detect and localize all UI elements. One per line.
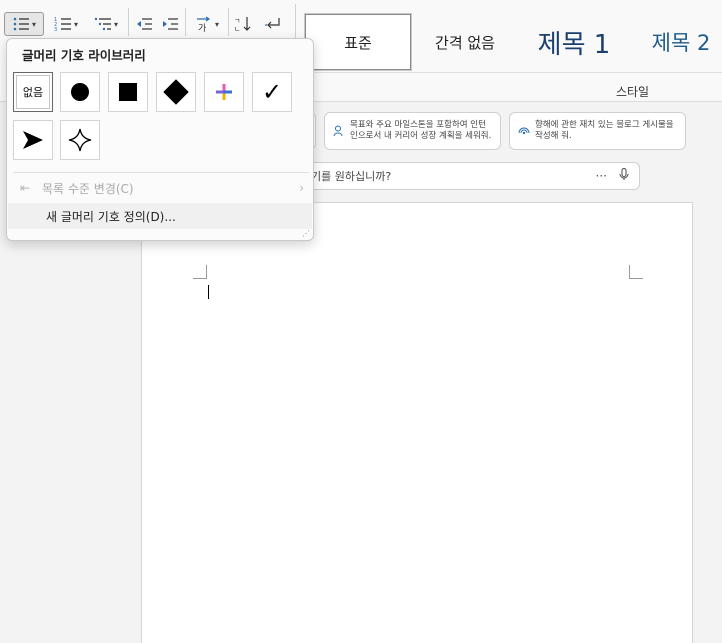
multilevel-list-button[interactable]: ▾ — [88, 12, 124, 36]
svg-text:ㄴ: ㄴ — [234, 25, 240, 32]
bullet-library-title: 글머리 기호 라이브러리 — [22, 48, 146, 63]
style-no-spacing-label: 간격 없음 — [435, 33, 495, 52]
numbering-button[interactable]: 123 ▾ — [48, 12, 84, 36]
style-standard[interactable]: 표준 — [305, 14, 411, 70]
change-list-level-menu-item[interactable]: ⇤ 목록 수준 변경(C) › — [8, 175, 312, 201]
define-new-bullet-menu-item[interactable]: 새 글머리 기호 정의(D)... — [8, 203, 312, 229]
chevron-down-icon: ▾ — [73, 19, 78, 29]
chevron-down-icon: ▾ — [31, 19, 36, 29]
four-point-star-icon — [68, 128, 92, 152]
menu-divider — [13, 172, 309, 173]
suggestion-card-career[interactable]: 목표와 주요 마일스톤을 포함하여 인턴인으로서 내 커리어 성장 계획을 세워… — [324, 112, 501, 150]
prompt-text: 기를 원하십니까? — [311, 170, 392, 183]
multilevel-list-icon — [94, 17, 111, 31]
define-new-bullet-label: 새 글머리 기호 정의(D)... — [46, 209, 176, 224]
toolbar-separator — [228, 8, 229, 36]
style-heading1-label: 제목 1 — [537, 29, 611, 60]
increase-indent-button[interactable] — [159, 12, 181, 36]
decrease-indent-icon — [137, 18, 152, 30]
style-heading2-label: 제목 2 — [651, 31, 711, 55]
numbered-list-icon: 123 — [54, 17, 71, 32]
bullet-diamond-option[interactable] — [156, 72, 196, 112]
bullet-color-cross-option[interactable] — [204, 72, 244, 112]
paragraph-mark-icon — [265, 18, 280, 29]
suggestion-text: 향해에 관한 재치 있는 블로그 게시물을 작성해 줘. — [535, 119, 674, 141]
chevron-down-icon: ▾ — [214, 19, 219, 29]
bullet-filled-circle-option[interactable] — [60, 72, 100, 112]
document-page[interactable] — [141, 202, 693, 643]
text-direction-button[interactable]: 가 ▾ — [189, 12, 225, 36]
style-heading1[interactable]: 제목 1 — [522, 14, 626, 70]
style-no-spacing[interactable]: 간격 없음 — [418, 14, 512, 70]
styles-group-label: 스타일 — [615, 85, 650, 99]
filled-diamond-icon — [163, 79, 189, 105]
bullet-checkmark-option[interactable]: ✓ — [252, 72, 292, 112]
microphone-icon[interactable] — [619, 168, 629, 184]
text-direction-icon: 가 — [196, 16, 211, 32]
increase-indent-icon — [163, 18, 178, 30]
more-options-button[interactable]: ··· — [596, 169, 607, 183]
sort-button[interactable]: ㄱ ㄴ — [232, 12, 254, 36]
bullet-none-option[interactable]: 없음 — [13, 72, 53, 112]
toolbar-separator — [185, 8, 186, 36]
chevron-down-icon: ▾ — [113, 19, 118, 29]
svg-text:ㄱ: ㄱ — [234, 17, 240, 25]
toolbar-separator — [128, 8, 129, 36]
change-list-level-label: 목록 수준 변경(C) — [42, 181, 134, 196]
bullet-list-icon — [13, 17, 29, 31]
suggestion-card-blog[interactable]: 향해에 관한 재치 있는 블로그 게시물을 작성해 줘. — [509, 112, 686, 150]
list-level-icon: ⇤ — [20, 181, 31, 195]
styles-divider — [300, 72, 722, 73]
filled-square-icon — [119, 83, 137, 101]
checkmark-icon: ✓ — [261, 78, 283, 106]
margin-corner-mark — [629, 265, 643, 279]
style-heading2[interactable]: 제목 2 — [640, 14, 722, 70]
bullet-arrowhead-option[interactable] — [13, 120, 53, 160]
style-standard-label: 표준 — [344, 33, 372, 52]
suggestion-text: 목표와 주요 마일스톤을 포함하여 인턴인으로서 내 커리어 성장 계획을 세워… — [350, 119, 492, 141]
show-formatting-marks-button[interactable] — [260, 12, 286, 36]
arrowhead-icon — [23, 131, 43, 149]
signal-icon — [518, 125, 530, 137]
chevron-right-icon: › — [299, 181, 304, 195]
svg-text:가: 가 — [198, 23, 206, 32]
person-icon — [333, 125, 345, 137]
copilot-prompt-input[interactable]: 기를 원하십니까? ··· — [300, 162, 640, 190]
bullet-filled-square-option[interactable] — [108, 72, 148, 112]
resize-grip-icon[interactable]: ⋰ — [302, 229, 310, 238]
svg-text:3: 3 — [54, 27, 57, 32]
bullet-none-label: 없음 — [22, 86, 44, 99]
filled-circle-icon — [71, 83, 89, 101]
bullet-four-point-star-option[interactable] — [60, 120, 100, 160]
sort-icon: ㄱ ㄴ — [234, 17, 251, 32]
color-cross-icon — [216, 84, 232, 100]
bullet-library-dropdown: 글머리 기호 라이브러리 없음 ✓ ⇤ 목록 수준 변경(C) › 새 글머리 … — [6, 38, 314, 241]
bullets-button[interactable]: ▾ — [4, 12, 44, 36]
decrease-indent-button[interactable] — [133, 12, 155, 36]
margin-corner-mark — [193, 265, 207, 279]
text-cursor — [208, 285, 209, 299]
